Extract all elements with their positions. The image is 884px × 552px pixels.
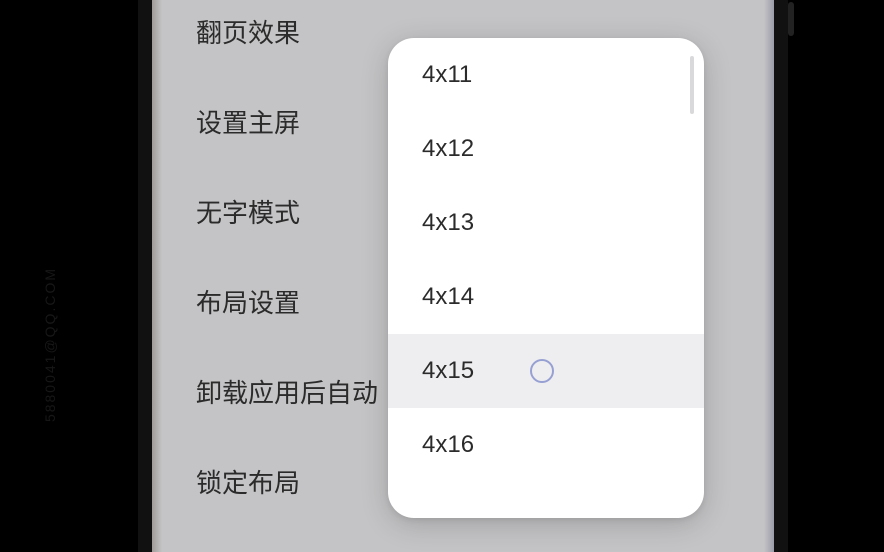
screen: 翻页效果 设置主屏 无字模式 布局设置 卸载应用后自动 锁定布局 (152, 0, 774, 552)
option-label: 4x16 (422, 431, 474, 459)
settings-item-label: 锁定布局 (196, 463, 300, 500)
layout-options-popup: 4x11 4x12 4x13 4x14 4x15 4x16 (388, 38, 704, 518)
tap-indicator-icon (530, 359, 554, 383)
phone-frame: 翻页效果 设置主屏 无字模式 布局设置 卸载应用后自动 锁定布局 (138, 0, 788, 552)
layout-option-4x11[interactable]: 4x11 (388, 38, 704, 112)
layout-option-4x16[interactable]: 4x16 (388, 408, 704, 482)
watermark-text: 5880041@QQ.COM (42, 267, 58, 422)
layout-option-4x15[interactable]: 4x15 (388, 334, 704, 408)
stage: 5880041@QQ.COM 翻页效果 设置主屏 无字模式 布局设置 (0, 0, 884, 552)
option-label: 4x13 (422, 209, 474, 237)
settings-item-label: 翻页效果 (196, 13, 300, 50)
option-label: 4x12 (422, 135, 474, 163)
settings-item-label: 卸载应用后自动 (196, 373, 378, 410)
settings-item-label: 无字模式 (196, 193, 300, 230)
settings-item-label: 设置主屏 (196, 103, 300, 140)
layout-option-4x14[interactable]: 4x14 (388, 260, 704, 334)
layout-option-4x12[interactable]: 4x12 (388, 112, 704, 186)
settings-item-label: 布局设置 (196, 283, 300, 320)
option-label: 4x11 (422, 61, 472, 89)
layout-option-4x13[interactable]: 4x13 (388, 186, 704, 260)
settings-item-more-settings[interactable]: 更多设置 (152, 526, 774, 552)
device-side-button (788, 2, 794, 36)
option-label: 4x15 (422, 357, 474, 385)
option-label: 4x14 (422, 283, 474, 311)
